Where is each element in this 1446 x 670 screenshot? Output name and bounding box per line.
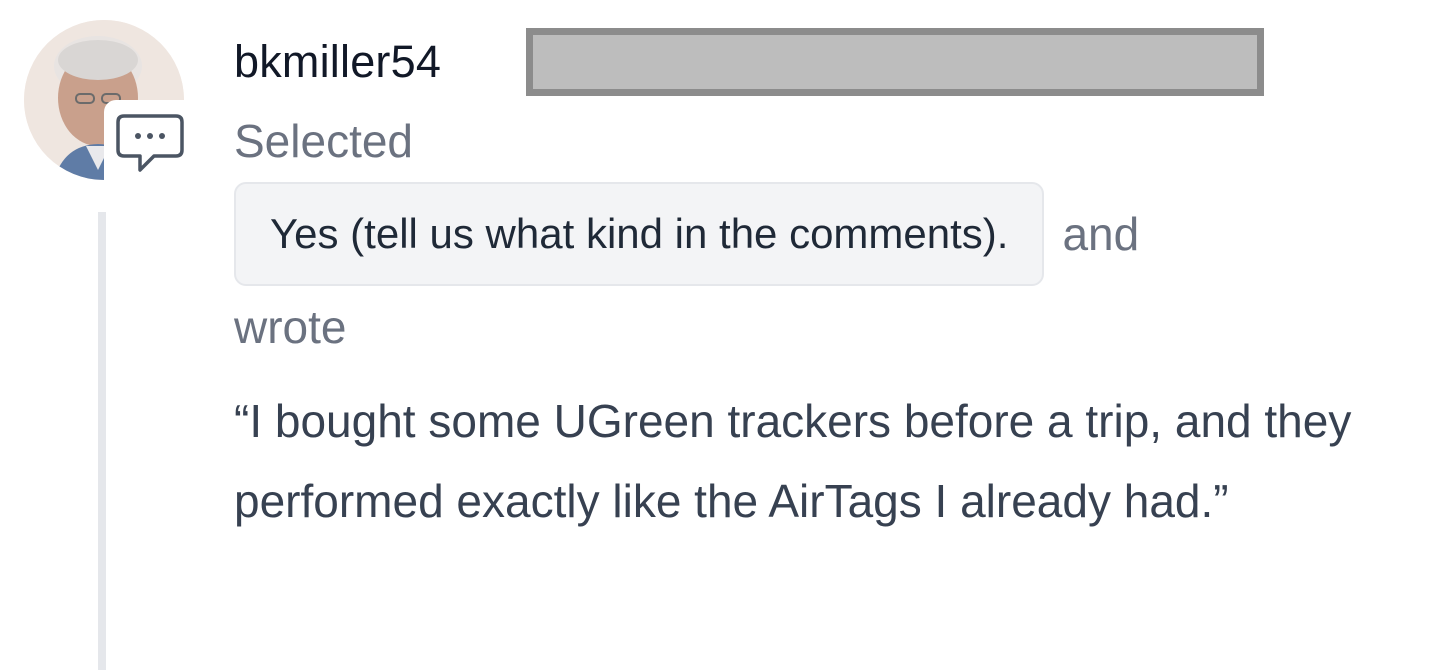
username-row: bkmiller54 [234,26,1424,98]
wrote-label: wrote [234,301,347,353]
selected-label: Selected [234,115,414,167]
username[interactable]: bkmiller54 [234,36,441,88]
comment-content: bkmiller54 Selected Yes (tell us what ki… [234,26,1424,541]
thread-line [98,212,106,670]
choice-row: Yes (tell us what kind in the comments).… [234,182,1424,286]
comment-quote: “I bought some UGreen trackers before a … [234,394,1352,527]
redaction-block [526,28,1264,96]
comment-bubble-icon [116,114,184,172]
comment-badge [104,100,196,192]
selected-choice-chip: Yes (tell us what kind in the comments). [234,182,1045,286]
and-label: and [1062,208,1140,260]
